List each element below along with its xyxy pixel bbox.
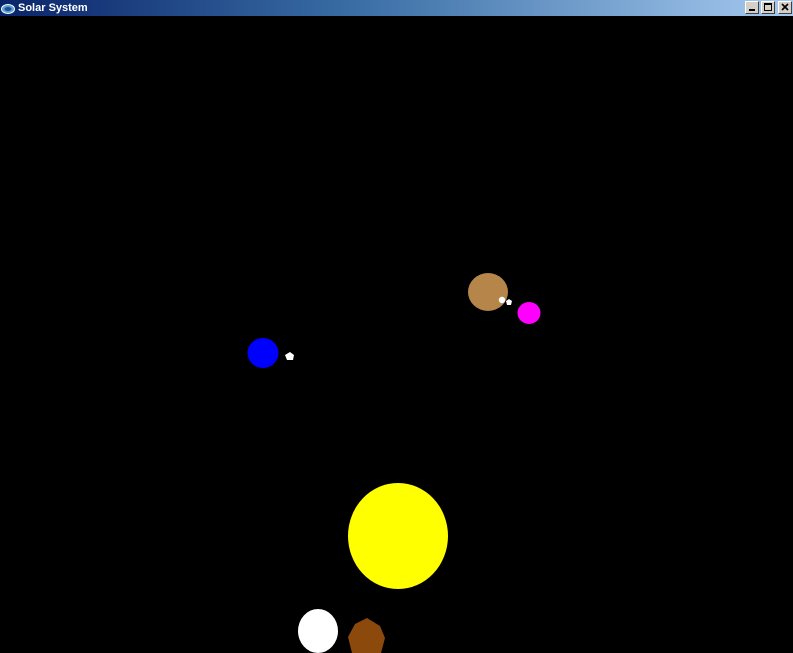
tan-planet-moon-2 bbox=[506, 299, 512, 305]
scene-canvas[interactable] bbox=[0, 16, 793, 653]
tan-planet-moon-1 bbox=[498, 296, 506, 304]
maximize-icon bbox=[764, 3, 772, 11]
app-window: Solar System bbox=[0, 0, 793, 653]
sun bbox=[348, 483, 448, 589]
app-icon[interactable] bbox=[1, 2, 15, 14]
title-bar[interactable]: Solar System bbox=[0, 0, 793, 16]
blue-planet-moon bbox=[285, 352, 294, 360]
tan-planet bbox=[468, 273, 508, 311]
white-planet bbox=[298, 609, 338, 653]
window-title: Solar System bbox=[18, 2, 88, 14]
maximize-button[interactable] bbox=[761, 1, 775, 14]
minimize-button[interactable] bbox=[745, 1, 759, 14]
close-icon bbox=[781, 3, 789, 11]
blue-planet bbox=[247, 338, 279, 368]
magenta-planet bbox=[517, 302, 541, 324]
close-button[interactable] bbox=[778, 1, 792, 14]
brown-planet bbox=[348, 618, 385, 653]
minimize-icon bbox=[749, 9, 755, 11]
